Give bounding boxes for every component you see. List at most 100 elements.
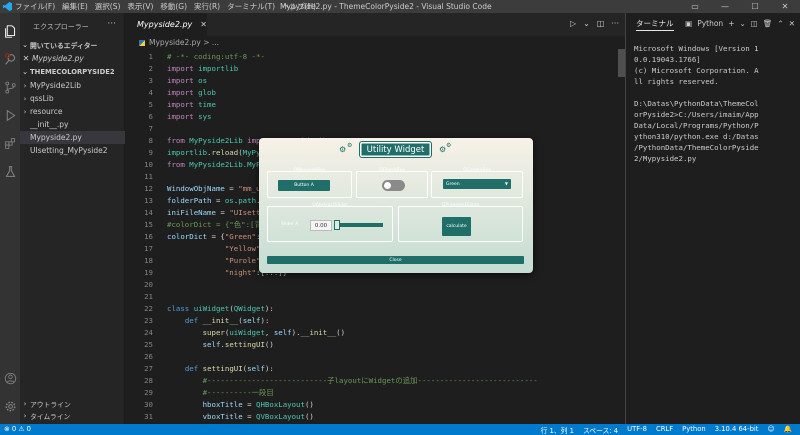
group-title: QProgressDialog xyxy=(441,203,480,208)
settings-gear-icon[interactable] xyxy=(2,398,18,414)
python-terminal-icon: ▣ xyxy=(685,19,693,28)
breadcrumb-path: Mypyside2.py > ... xyxy=(149,38,220,47)
outline-section[interactable]: › アウトライン xyxy=(20,398,125,410)
group-title: QCheckBox xyxy=(379,168,405,173)
tree-folder-item[interactable]: › MyPyside2Lib xyxy=(20,79,125,92)
close-icon[interactable]: ✕ xyxy=(770,0,800,13)
qabstractslider-group: QAbstractSlider Slider A 0.00 xyxy=(267,203,393,242)
menu-edit[interactable]: 編集(E) xyxy=(62,1,88,12)
breadcrumb[interactable]: Mypyside2.py > ... xyxy=(125,36,625,49)
tree-folder-item[interactable]: › qssLib xyxy=(20,92,125,105)
breakpoint-indicator[interactable] xyxy=(5,53,10,58)
menu-run[interactable]: 実行(R) xyxy=(194,1,220,12)
maximize-icon[interactable]: ☐ xyxy=(740,0,770,13)
problems-status[interactable]: ⊗ 0 ⚠ 0 xyxy=(4,425,31,433)
slider-handle[interactable] xyxy=(334,220,340,230)
layout-icon[interactable]: ▭ xyxy=(680,0,710,13)
notifications-bell-icon[interactable]: 🔔 xyxy=(784,425,792,435)
terminal-line: Microsoft Windows [Version 1 xyxy=(634,44,759,53)
testing-icon[interactable] xyxy=(2,163,18,179)
close-button[interactable]: Close xyxy=(267,256,524,264)
python-file-icon xyxy=(139,39,145,46)
chevron-right-icon: › xyxy=(23,94,27,103)
cursor-position[interactable]: 行 1、列 1 xyxy=(541,425,574,435)
code-line: 21 xyxy=(144,292,153,301)
menu-file[interactable]: ファイル(F) xyxy=(15,1,55,12)
code-line: 3 import os xyxy=(148,76,208,85)
close-tab-icon[interactable]: ✕ xyxy=(200,20,207,29)
vscode-logo-icon xyxy=(3,2,12,11)
tree-file-item[interactable]: UIsetting_MyPyside2 xyxy=(20,144,125,157)
code-line: 31 vboxTitle = QVBoxLayout() xyxy=(144,412,314,421)
code-line: 25 self.settingUI() xyxy=(144,340,274,349)
terminal-tab[interactable]: ターミナル xyxy=(636,18,674,31)
status-bar: ⊗ 0 ⚠ 0 行 1、列 1 スペース: 4 UTF-8 CRLF Pytho… xyxy=(0,424,800,435)
terminal-output[interactable]: Microsoft Windows [Version 1 0.0.19043.1… xyxy=(625,36,800,424)
tab-mypyside2[interactable]: Mypyside2.py ✕ xyxy=(125,13,207,36)
split-editor-icon[interactable]: ◫ xyxy=(597,19,605,28)
project-label: THEMECOLORPYSIDE2 xyxy=(30,68,115,76)
feedback-icon[interactable]: ☺ xyxy=(767,425,774,435)
split-terminal-icon[interactable]: ◫ xyxy=(751,19,758,28)
open-editors-section[interactable]: ⌄ 開いているエディター xyxy=(20,39,125,51)
calculate-button[interactable]: calculate xyxy=(442,217,471,236)
chevron-right-icon: › xyxy=(23,107,27,116)
minimize-icon[interactable]: — xyxy=(710,0,740,13)
code-line: 4 import glob xyxy=(148,88,216,97)
close-editor-icon[interactable]: ✕ xyxy=(20,54,32,63)
menu-selection[interactable]: 選択(S) xyxy=(95,1,121,12)
editor-tabs-bar: Mypyside2.py ✕ ▷ ⌄ ◫ ··· xyxy=(125,13,625,36)
slider-label: Slider A xyxy=(281,222,299,227)
source-control-icon[interactable] xyxy=(2,79,18,95)
chevron-down-icon[interactable]: ⌄ xyxy=(739,19,745,28)
open-editor-item[interactable]: ✕ Mypyside2.py xyxy=(20,52,125,65)
account-icon[interactable] xyxy=(2,370,18,386)
outline-label: アウトライン xyxy=(30,401,71,409)
more-actions-icon[interactable]: ··· xyxy=(611,19,619,28)
terminal-tools: ▣ Python + ⌄ ◫ 🗑 ⌃ ✕ xyxy=(685,19,795,28)
indentation[interactable]: スペース: 4 xyxy=(583,425,618,435)
open-editor-file: Mypyside2.py xyxy=(32,54,84,63)
chevron-down-icon: ⌄ xyxy=(22,68,28,76)
terminal-line: 0.0.19043.1766] xyxy=(634,55,701,64)
chevron-down-icon[interactable]: ⌄ xyxy=(583,19,590,28)
timeline-section[interactable]: › タイムライン xyxy=(20,410,125,422)
tree-folder-item[interactable]: › resource xyxy=(20,105,125,118)
close-panel-icon[interactable]: ✕ xyxy=(789,19,795,28)
chevron-up-icon[interactable]: ⌃ xyxy=(777,19,783,28)
project-section[interactable]: ⌄ THEMECOLORPYSIDE2 xyxy=(20,66,125,78)
menu-go[interactable]: 移動(G) xyxy=(160,1,187,12)
language-mode[interactable]: Python xyxy=(682,425,706,435)
sidebar-title: エクスプローラー xyxy=(33,23,89,31)
editor-scrollbar[interactable] xyxy=(618,49,625,77)
toggle-switch[interactable] xyxy=(382,180,405,191)
code-line: 5 import time xyxy=(148,100,216,109)
color-combobox[interactable]: Green ▼ xyxy=(443,179,511,189)
explorer-icon[interactable] xyxy=(2,23,18,39)
button-a[interactable]: Button A xyxy=(278,180,330,191)
more-actions-icon[interactable]: ··· xyxy=(107,19,116,29)
code-line: 28 #---------------------------子layoutにW… xyxy=(144,376,538,385)
python-interpreter[interactable]: 3.10.4 64-bit xyxy=(715,425,759,435)
slider-value-spinbox[interactable]: 0.00 xyxy=(310,220,332,231)
slider-track[interactable] xyxy=(335,223,383,227)
group-title: QMessageBox xyxy=(293,168,326,173)
tree-file-item[interactable]: __init__.py xyxy=(20,118,125,131)
utility-widget-window: ⚙ ⚙ Utility Widget ⚙ ⚙ QMessageBox Butto… xyxy=(259,138,533,273)
terminal-line: Data/Local/Programs/Python/P xyxy=(634,121,759,130)
extensions-icon[interactable] xyxy=(2,135,18,151)
qcombobox-group: QComboBox Green ▼ xyxy=(431,168,523,198)
line-ending[interactable]: CRLF xyxy=(656,425,673,435)
encoding[interactable]: UTF-8 xyxy=(627,425,647,435)
terminal-shell-label[interactable]: Python xyxy=(697,19,723,28)
menu-view[interactable]: 表示(V) xyxy=(127,1,153,12)
run-debug-icon[interactable] xyxy=(2,107,18,123)
run-file-icon[interactable]: ▷ xyxy=(570,19,576,28)
chevron-down-icon: ▼ xyxy=(504,181,508,186)
widget-title: Utility Widget xyxy=(359,141,432,158)
new-terminal-icon[interactable]: + xyxy=(728,19,734,28)
menu-terminal[interactable]: ターミナル(T) xyxy=(227,1,275,12)
trash-icon[interactable]: 🗑 xyxy=(763,19,773,28)
gear-icon: ⚙ xyxy=(347,142,353,149)
tree-file-item-selected[interactable]: Mypyside2.py xyxy=(20,131,125,144)
